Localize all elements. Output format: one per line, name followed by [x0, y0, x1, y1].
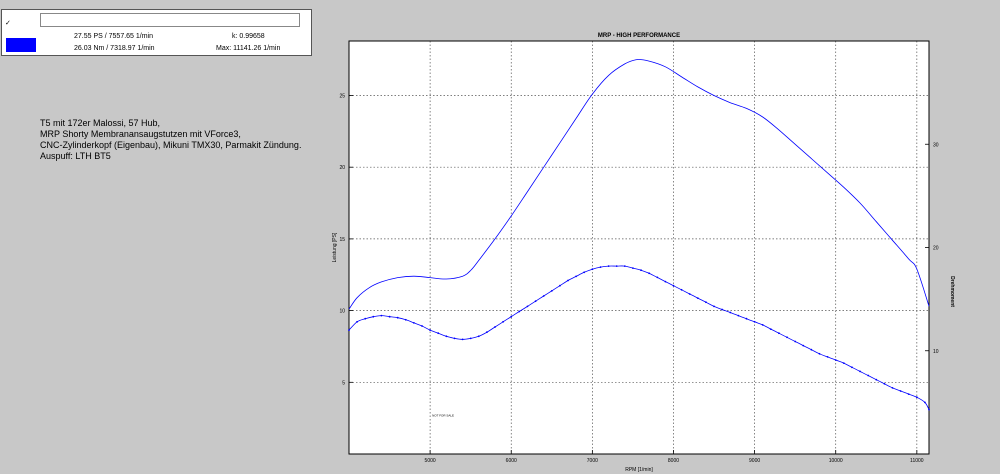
torque-data-point	[761, 324, 764, 326]
torque-data-point	[907, 393, 910, 395]
torque-data-point	[632, 267, 634, 269]
torque-data-point	[851, 366, 853, 369]
torque-data-point	[834, 359, 837, 361]
torque-data-point	[778, 332, 780, 335]
torque-data-point	[421, 325, 423, 327]
torque-data-point	[372, 315, 375, 318]
y-tick-label: 20	[339, 165, 345, 171]
torque-data-point	[891, 387, 894, 389]
torque-data-point	[859, 370, 861, 373]
torque-data-point	[550, 290, 553, 292]
torque-data-point	[688, 293, 691, 295]
torque-data-point	[672, 284, 675, 287]
torque-data-point	[461, 338, 464, 341]
dyno-chart: 5000 6000 7000 8000 9000 10000 11000 5 10 15 20 25 1…	[332, 33, 955, 473]
torque-data-point	[567, 279, 569, 282]
torque-data-point	[769, 328, 772, 330]
torque-data-point	[502, 320, 504, 323]
torque-data-point	[818, 352, 821, 355]
torque-data-point	[721, 308, 723, 311]
torque-data-point	[348, 329, 350, 331]
torque-data-point	[559, 284, 561, 287]
y2-tick-label: 30	[933, 142, 939, 148]
torque-data-point	[413, 322, 415, 324]
torque-data-point	[510, 315, 513, 318]
torque-data-point	[404, 318, 407, 321]
y-tick-label: 5	[342, 380, 345, 386]
torque-data-point	[705, 301, 707, 304]
y-tick-label: 25	[339, 93, 345, 99]
torque-data-point	[696, 297, 699, 299]
torque-data-point	[867, 374, 870, 377]
torque-data-point	[842, 362, 845, 364]
y2-tick-label: 10	[933, 349, 939, 355]
torque-data-point	[591, 268, 594, 271]
y-tick-label: 10	[339, 309, 345, 315]
torque-data-point	[453, 337, 456, 340]
x-tick-label: 11000	[910, 458, 924, 464]
torque-data-point	[388, 315, 391, 318]
torque-data-point	[737, 314, 740, 317]
x-tick-label: 6000	[506, 458, 517, 464]
torque-data-point	[786, 336, 788, 339]
y2-axis-label: Drehmoment	[949, 276, 955, 307]
torque-data-point	[486, 331, 488, 334]
torque-data-point	[469, 337, 472, 340]
torque-data-point	[883, 382, 886, 385]
torque-data-point	[713, 305, 715, 308]
torque-data-point	[364, 317, 367, 320]
torque-data-point	[356, 320, 358, 323]
torque-data-point	[826, 356, 829, 358]
x-tick-label: 8000	[668, 458, 679, 464]
torque-data-point	[915, 396, 918, 399]
torque-data-point	[607, 265, 610, 267]
torque-data-point	[640, 269, 642, 272]
torque-data-point	[396, 316, 399, 319]
plot-area	[349, 41, 929, 454]
torque-data-point	[623, 265, 626, 267]
torque-data-point	[445, 335, 448, 338]
torque-data-point	[899, 390, 902, 392]
x-tick-label: 9000	[749, 458, 760, 464]
torque-data-point	[875, 378, 878, 381]
torque-data-point	[437, 332, 440, 335]
torque-data-point	[599, 266, 602, 268]
x-axis-label: RPM [1/min]	[625, 467, 653, 473]
torque-data-point	[664, 280, 667, 283]
torque-data-point	[924, 401, 926, 404]
chart-title: MRP - HIGH PERFORMANCE	[598, 33, 680, 39]
torque-data-point	[429, 329, 431, 331]
x-tick-label: 7000	[587, 458, 598, 464]
torque-data-point	[745, 317, 748, 320]
torque-data-point	[680, 288, 683, 291]
y-tick-label: 15	[339, 237, 345, 243]
torque-data-point	[575, 275, 577, 278]
watermark: NOT FOR SALE	[432, 414, 454, 418]
x-tick-label: 10000	[829, 458, 843, 464]
torque-data-point	[928, 408, 930, 411]
torque-data-point	[583, 271, 586, 274]
torque-data-point	[380, 314, 383, 317]
y-axis-label: Leistung [PS]	[332, 232, 338, 262]
y2-tick-label: 20	[933, 246, 939, 252]
torque-data-point	[615, 265, 618, 267]
torque-data-point	[802, 344, 805, 347]
torque-data-point	[794, 340, 797, 343]
torque-data-point	[648, 272, 650, 275]
torque-data-point	[753, 320, 756, 323]
torque-data-point	[810, 348, 813, 351]
torque-data-point	[526, 305, 529, 308]
torque-data-point	[477, 335, 480, 338]
x-tick-label: 5000	[425, 458, 436, 464]
torque-data-point	[518, 310, 521, 313]
torque-data-point	[494, 326, 496, 328]
torque-data-point	[729, 311, 732, 314]
torque-data-point	[542, 295, 545, 297]
torque-data-point	[656, 276, 659, 279]
torque-data-point	[534, 300, 537, 303]
